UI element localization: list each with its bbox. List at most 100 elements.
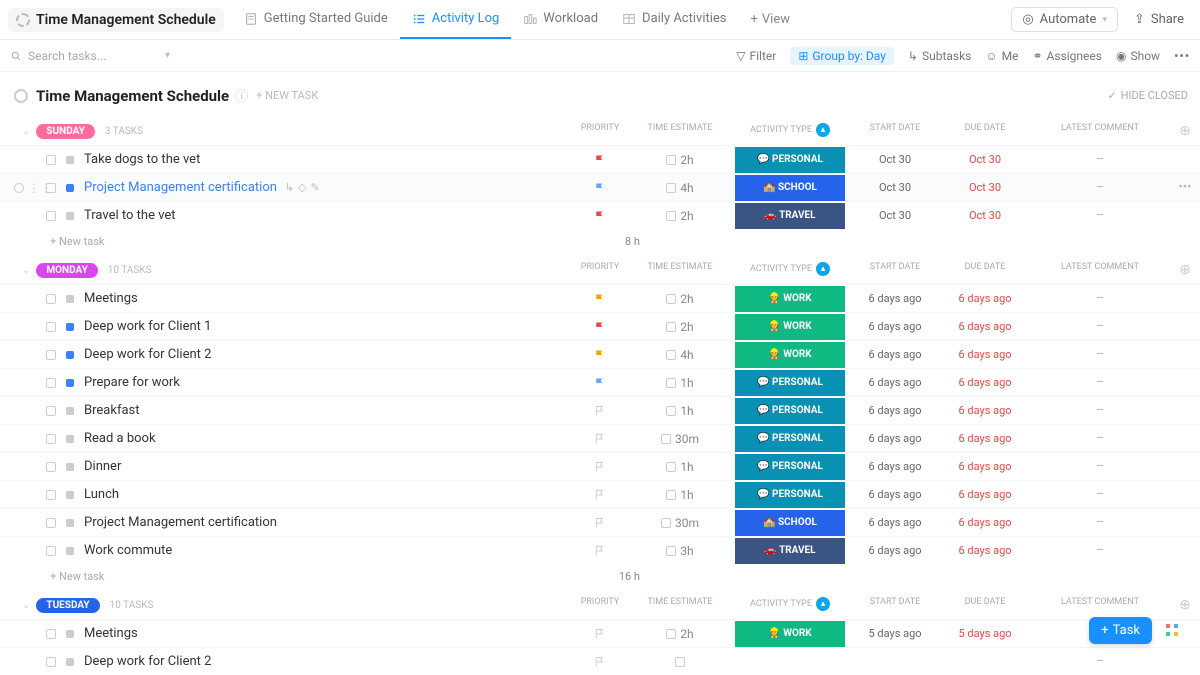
assignees-button[interactable]: ⚭Assignees	[1032, 49, 1101, 63]
task-row[interactable]: Meetings2h👷 WORK6 days ago6 days ago–	[0, 284, 1200, 312]
task-row[interactable]: ⋮⋮Project Management certification↳◇✎4h🏫…	[0, 173, 1200, 201]
status-indicator[interactable]	[66, 156, 74, 164]
start-date-cell[interactable]: 6 days ago	[850, 460, 940, 473]
task-row[interactable]: Deep work for Client 12h👷 WORK6 days ago…	[0, 312, 1200, 340]
task-checkbox[interactable]	[46, 155, 56, 165]
activity-type-pill[interactable]: 👷 WORK	[735, 621, 845, 647]
comment-cell[interactable]: –	[1030, 375, 1170, 390]
add-view-button[interactable]: + View	[739, 12, 803, 27]
status-indicator[interactable]	[66, 379, 74, 387]
status-indicator[interactable]	[66, 658, 74, 666]
estimate-cell[interactable]: 2h	[630, 627, 730, 641]
estimate-cell[interactable]: 4h	[630, 348, 730, 362]
col-time-estimate[interactable]: TIME ESTIMATE	[630, 597, 730, 613]
status-indicator[interactable]	[66, 295, 74, 303]
task-name[interactable]: Prepare for work	[84, 375, 570, 390]
priority-cell[interactable]	[570, 517, 630, 529]
tab-workload[interactable]: Workload	[511, 0, 610, 39]
col-latest-comment[interactable]: LATEST COMMENT	[1030, 597, 1170, 613]
due-date-cell[interactable]: Oct 30	[940, 209, 1030, 222]
task-row[interactable]: Deep work for Client 24h👷 WORK6 days ago…	[0, 340, 1200, 368]
comment-cell[interactable]: –	[1030, 208, 1170, 223]
task-row[interactable]: Read a book30m💬 PERSONAL6 days ago6 days…	[0, 424, 1200, 452]
task-row[interactable]: Dinner1h💬 PERSONAL6 days ago6 days ago–	[0, 452, 1200, 480]
filter-button[interactable]: ▽Filter	[736, 49, 776, 63]
status-indicator[interactable]	[66, 630, 74, 638]
activity-type-pill[interactable]: 🚗 TRAVEL	[735, 538, 845, 564]
due-date-cell[interactable]: 6 days ago	[940, 460, 1030, 473]
new-task-row-button[interactable]: + New task	[50, 570, 104, 583]
row-more-button[interactable]: •••	[1170, 180, 1200, 195]
estimate-cell[interactable]: 1h	[630, 488, 730, 502]
due-date-cell[interactable]: 6 days ago	[940, 544, 1030, 557]
priority-cell[interactable]	[570, 461, 630, 473]
tab-getting-started[interactable]: Getting Started Guide	[232, 0, 400, 39]
task-checkbox[interactable]	[46, 406, 56, 416]
task-row[interactable]: Prepare for work1h💬 PERSONAL6 days ago6 …	[0, 368, 1200, 396]
estimate-cell[interactable]	[630, 657, 730, 667]
add-column-button[interactable]: ⊕	[1170, 123, 1200, 139]
task-name[interactable]: Read a book	[84, 431, 570, 446]
tab-activity-log[interactable]: Activity Log	[400, 0, 512, 39]
estimate-cell[interactable]: 2h	[630, 153, 730, 167]
priority-cell[interactable]	[570, 154, 630, 166]
group-by-button[interactable]: ⊞Group by: Day	[790, 47, 894, 65]
status-indicator[interactable]	[66, 212, 74, 220]
task-checkbox[interactable]	[46, 211, 56, 221]
task-row[interactable]: Meetings2h👷 WORK5 days ago5 days ago–	[0, 619, 1200, 647]
task-row[interactable]: Deep work for Client 2–	[0, 647, 1200, 675]
priority-cell[interactable]	[570, 489, 630, 501]
col-due-date[interactable]: DUE DATE	[940, 262, 1030, 278]
comment-cell[interactable]: –	[1030, 487, 1170, 502]
task-name[interactable]: Travel to the vet	[84, 208, 570, 223]
start-date-cell[interactable]: 6 days ago	[850, 488, 940, 501]
collapse-group-icon[interactable]: ⌄	[22, 126, 30, 137]
search-input[interactable]: Search tasks... ▾	[10, 49, 170, 63]
due-date-cell[interactable]: 6 days ago	[940, 320, 1030, 333]
col-time-estimate[interactable]: TIME ESTIMATE	[630, 262, 730, 278]
task-row[interactable]: Work commute3h🚗 TRAVEL6 days ago6 days a…	[0, 536, 1200, 564]
day-badge[interactable]: TUESDAY	[36, 598, 99, 613]
col-latest-comment[interactable]: LATEST COMMENT	[1030, 262, 1170, 278]
share-button[interactable]: ⇪ Share	[1126, 8, 1192, 31]
task-name[interactable]: Meetings	[84, 291, 570, 306]
status-indicator[interactable]	[66, 351, 74, 359]
col-activity-type[interactable]: ACTIVITY TYPE▴	[730, 597, 850, 613]
task-name[interactable]: Deep work for Client 2	[84, 347, 570, 362]
col-latest-comment[interactable]: LATEST COMMENT	[1030, 123, 1170, 139]
col-start-date[interactable]: START DATE	[850, 262, 940, 278]
status-indicator[interactable]	[66, 435, 74, 443]
add-column-button[interactable]: ⊕	[1170, 262, 1200, 278]
comment-cell[interactable]: –	[1030, 654, 1170, 669]
priority-cell[interactable]	[570, 349, 630, 361]
start-date-cell[interactable]: Oct 30	[850, 153, 940, 166]
activity-type-pill[interactable]: 🏫 SCHOOL	[735, 510, 845, 536]
task-name[interactable]: Deep work for Client 1	[84, 319, 570, 334]
collapse-group-icon[interactable]: ⌄	[22, 265, 30, 276]
col-priority[interactable]: PRIORITY	[570, 597, 630, 613]
due-date-cell[interactable]: 6 days ago	[940, 292, 1030, 305]
estimate-cell[interactable]: 2h	[630, 320, 730, 334]
automate-button[interactable]: ◎ Automate ▾	[1011, 7, 1118, 32]
priority-cell[interactable]	[570, 210, 630, 222]
priority-cell[interactable]	[570, 405, 630, 417]
activity-type-pill[interactable]: 🏫 SCHOOL	[735, 175, 845, 201]
start-date-cell[interactable]: 6 days ago	[850, 376, 940, 389]
estimate-cell[interactable]: 30m	[630, 516, 730, 530]
task-name[interactable]: Take dogs to the vet	[84, 152, 570, 167]
comment-cell[interactable]: –	[1030, 431, 1170, 446]
drag-handle-icon[interactable]: ⋮⋮	[28, 181, 52, 195]
new-task-fab[interactable]: + Task	[1089, 617, 1152, 644]
task-row[interactable]: Lunch1h💬 PERSONAL6 days ago6 days ago–	[0, 480, 1200, 508]
activity-type-pill[interactable]: 💬 PERSONAL	[735, 398, 845, 424]
comment-cell[interactable]: –	[1030, 347, 1170, 362]
task-checkbox[interactable]	[46, 350, 56, 360]
col-activity-type[interactable]: ACTIVITY TYPE▴	[730, 262, 850, 278]
tag-icon[interactable]: ◇	[298, 181, 306, 194]
estimate-cell[interactable]: 1h	[630, 404, 730, 418]
due-date-cell[interactable]: Oct 30	[940, 181, 1030, 194]
me-button[interactable]: ☺Me	[985, 49, 1018, 63]
due-date-cell[interactable]: 6 days ago	[940, 376, 1030, 389]
task-checkbox[interactable]	[46, 518, 56, 528]
edit-icon[interactable]: ✎	[311, 181, 320, 194]
